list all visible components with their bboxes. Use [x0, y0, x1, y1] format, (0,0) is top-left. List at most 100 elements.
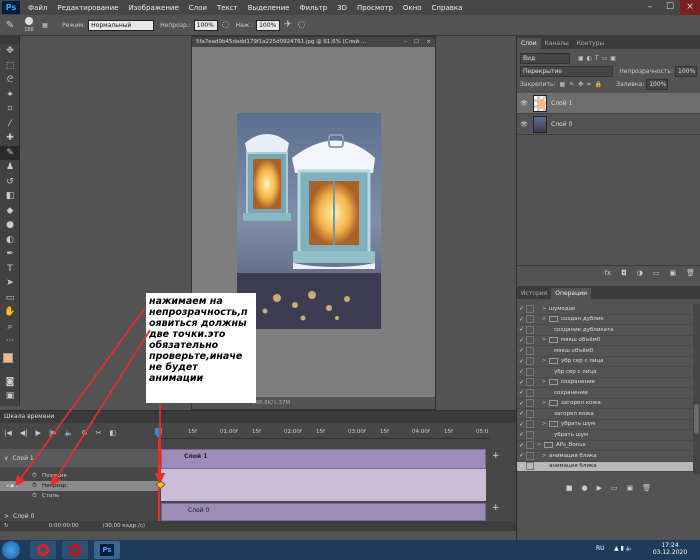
- track-layer-0[interactable]: Слой 0: [161, 503, 486, 521]
- type-tool-icon[interactable]: T: [0, 262, 20, 277]
- pressure-size-icon[interactable]: ◌: [298, 20, 306, 30]
- minimize-button[interactable]: –: [640, 0, 660, 15]
- document-tab[interactable]: 5fa7ead9b45dadd179f1a225d0924761.jpg @ 6…: [192, 37, 435, 47]
- mode-select[interactable]: Нормальный: [88, 19, 155, 31]
- quick-select-tool-icon[interactable]: ✦: [0, 88, 20, 103]
- eye-icon[interactable]: 👁: [517, 100, 531, 107]
- action-item[interactable]: ✓ > убрать шум: [517, 420, 693, 430]
- action-item[interactable]: ✓ > мякш объём0: [517, 336, 693, 346]
- action-item[interactable]: ✓ > создан дублик: [517, 315, 693, 325]
- eye-icon[interactable]: 👁: [517, 121, 531, 128]
- expand-triangle-icon[interactable]: >: [542, 421, 549, 427]
- split-icon[interactable]: ✂: [96, 429, 102, 437]
- new-action-icon[interactable]: ▣: [627, 484, 634, 492]
- first-frame-icon[interactable]: |◀: [4, 429, 12, 437]
- stop-icon[interactable]: ■: [566, 484, 573, 492]
- zoom-tool-icon[interactable]: ⌕: [0, 320, 20, 335]
- dialog-toggle-box[interactable]: [526, 357, 534, 366]
- check-icon[interactable]: ✓: [517, 316, 526, 323]
- tab-2[interactable]: Контуры: [573, 38, 608, 49]
- layer-opacity-field[interactable]: 100%: [675, 66, 697, 77]
- tab-1[interactable]: Каналы: [541, 38, 573, 49]
- action-item[interactable]: ✓ > APs_Bonus: [517, 441, 693, 451]
- play-button-icon[interactable]: ▶: [36, 429, 41, 437]
- check-icon[interactable]: ✓: [517, 400, 526, 407]
- actions-scroll-thumb[interactable]: [694, 404, 699, 434]
- pressure-opacity-icon[interactable]: ◌: [222, 20, 230, 30]
- dialog-toggle-box[interactable]: [526, 462, 534, 471]
- path-select-tool-icon[interactable]: ➤: [0, 276, 20, 291]
- check-icon[interactable]: ✓: [517, 305, 526, 312]
- prev-frame-icon[interactable]: ◀|: [20, 429, 28, 437]
- dialog-toggle-box[interactable]: [526, 409, 534, 418]
- tray-icons[interactable]: ▲ ▮ 🔈: [614, 545, 633, 552]
- action-item[interactable]: ✓ > убр сер с лица: [517, 357, 693, 367]
- dialog-toggle-box[interactable]: [526, 378, 534, 387]
- opacity-field[interactable]: 100%: [193, 19, 218, 31]
- action-item[interactable]: ✓ убрать шум: [517, 430, 693, 441]
- property-row[interactable]: ⏱ Позиция: [0, 471, 158, 481]
- dialog-toggle-box[interactable]: [526, 441, 534, 450]
- pen-tool-icon[interactable]: ✒: [0, 247, 20, 262]
- pressure-field[interactable]: 100%: [256, 19, 281, 31]
- eraser-tool-icon[interactable]: ◧: [0, 189, 20, 204]
- dialog-toggle-box[interactable]: [526, 399, 534, 408]
- quick-mask-icon[interactable]: ◙: [0, 375, 20, 390]
- action-item[interactable]: ✓ загорел кожа: [517, 409, 693, 420]
- check-icon[interactable]: ✓: [517, 421, 526, 428]
- menu-item[interactable]: Просмотр: [352, 4, 398, 12]
- check-icon[interactable]: ✓: [517, 442, 526, 449]
- fill-field[interactable]: 100%: [646, 79, 669, 90]
- audio-icon[interactable]: 🔈: [65, 429, 74, 437]
- timeline-layer-1-header[interactable]: ∨ Слой 1: [0, 449, 158, 467]
- healing-tool-icon[interactable]: ✚: [0, 131, 20, 146]
- doc-minimize-icon[interactable]: –: [404, 39, 407, 45]
- check-icon[interactable]: ✓: [517, 410, 526, 417]
- menu-item[interactable]: Слои: [184, 4, 212, 12]
- actions-tab-0[interactable]: История: [517, 288, 551, 299]
- timeline-tab[interactable]: Шкала времени: [0, 411, 516, 423]
- stopwatch-icon[interactable]: ⏱: [32, 472, 42, 480]
- actions-tab-1[interactable]: Операции: [551, 288, 591, 299]
- property-row[interactable]: ◂ ◆ ▸ ⏱ Непрозр.: [0, 481, 158, 491]
- lasso-tool-icon[interactable]: ᘓ: [0, 73, 20, 88]
- expand-triangle-icon[interactable]: >: [542, 337, 549, 343]
- menu-item[interactable]: Выделение: [243, 4, 295, 12]
- menu-item[interactable]: Редактирование: [52, 4, 123, 12]
- property-row[interactable]: ⏱ Стиль: [0, 491, 158, 501]
- new-set-icon[interactable]: ▭: [611, 484, 618, 492]
- dialog-toggle-box[interactable]: [526, 336, 534, 345]
- expand-triangle-icon[interactable]: >: [542, 379, 549, 385]
- track-layer-1[interactable]: Слой 1: [161, 449, 486, 469]
- eyedropper-tool-icon[interactable]: ⁄: [0, 117, 20, 132]
- action-item[interactable]: ✓ > загорел кожа: [517, 399, 693, 409]
- play-icon[interactable]: ▶: [597, 484, 602, 492]
- action-item[interactable]: ✓ > шумодав: [517, 304, 693, 315]
- expand-triangle-icon[interactable]: >: [542, 358, 549, 364]
- dialog-toggle-box[interactable]: [526, 430, 534, 439]
- expand-icon[interactable]: ∨: [4, 455, 8, 462]
- menu-item[interactable]: Фильтр: [294, 4, 332, 12]
- add-media-button-2[interactable]: +: [492, 503, 500, 513]
- clone-stamp-tool-icon[interactable]: ♟: [0, 160, 20, 175]
- dialog-toggle-box[interactable]: [526, 304, 534, 313]
- paint-bucket-tool-icon[interactable]: ◆: [0, 204, 20, 219]
- check-icon[interactable]: ✓: [517, 463, 526, 470]
- dialog-toggle-box[interactable]: [526, 325, 534, 334]
- menu-item[interactable]: Файл: [23, 4, 52, 12]
- check-icon[interactable]: ✓: [517, 389, 526, 396]
- delete-icon[interactable]: 🗑: [642, 484, 651, 492]
- dialog-toggle-box[interactable]: [526, 346, 534, 355]
- expand-triangle-icon[interactable]: >: [542, 316, 549, 322]
- check-icon[interactable]: ✓: [517, 368, 526, 375]
- action-item[interactable]: ✓ создание дубликата: [517, 325, 693, 336]
- more-tools-icon[interactable]: ···: [0, 334, 20, 349]
- action-item[interactable]: ✓ мякш объём0: [517, 346, 693, 357]
- record-icon[interactable]: ●: [581, 484, 587, 492]
- check-icon[interactable]: ✓: [517, 326, 526, 333]
- foreground-color[interactable]: [3, 352, 13, 363]
- action-item[interactable]: ✓ > анимация блика: [517, 461, 693, 472]
- expand-triangle-icon[interactable]: >: [537, 442, 544, 448]
- layer-footer-icon[interactable]: 🗑: [686, 269, 695, 277]
- layer-footer-icon[interactable]: fx: [605, 269, 612, 277]
